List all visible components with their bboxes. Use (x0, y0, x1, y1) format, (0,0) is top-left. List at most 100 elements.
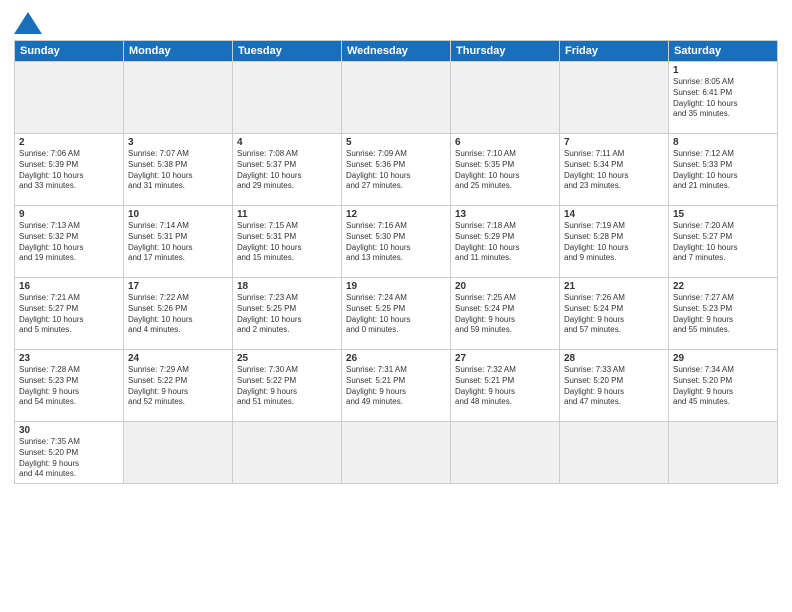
day-number: 20 (455, 281, 555, 292)
day-number: 29 (673, 353, 773, 364)
day-info: Sunrise: 7:21 AM Sunset: 5:27 PM Dayligh… (19, 293, 119, 336)
calendar-day-cell (560, 422, 669, 484)
calendar-page: SundayMondayTuesdayWednesdayThursdayFrid… (0, 0, 792, 612)
calendar-day-cell: 3Sunrise: 7:07 AM Sunset: 5:38 PM Daylig… (124, 134, 233, 206)
calendar-day-cell: 4Sunrise: 7:08 AM Sunset: 5:37 PM Daylig… (233, 134, 342, 206)
day-info: Sunrise: 7:30 AM Sunset: 5:22 PM Dayligh… (237, 365, 337, 408)
calendar-day-cell: 12Sunrise: 7:16 AM Sunset: 5:30 PM Dayli… (342, 206, 451, 278)
day-number: 16 (19, 281, 119, 292)
calendar-day-cell (233, 62, 342, 134)
logo (14, 10, 46, 34)
day-number: 2 (19, 137, 119, 148)
day-info: Sunrise: 7:09 AM Sunset: 5:36 PM Dayligh… (346, 149, 446, 192)
calendar-thead: SundayMondayTuesdayWednesdayThursdayFrid… (15, 41, 778, 62)
calendar-day-cell: 21Sunrise: 7:26 AM Sunset: 5:24 PM Dayli… (560, 278, 669, 350)
day-info: Sunrise: 7:26 AM Sunset: 5:24 PM Dayligh… (564, 293, 664, 336)
day-info: Sunrise: 7:08 AM Sunset: 5:37 PM Dayligh… (237, 149, 337, 192)
calendar-week-row: 16Sunrise: 7:21 AM Sunset: 5:27 PM Dayli… (15, 278, 778, 350)
day-number: 7 (564, 137, 664, 148)
calendar-week-row: 23Sunrise: 7:28 AM Sunset: 5:23 PM Dayli… (15, 350, 778, 422)
day-info: Sunrise: 7:23 AM Sunset: 5:25 PM Dayligh… (237, 293, 337, 336)
calendar-day-cell: 1Sunrise: 8:05 AM Sunset: 6:41 PM Daylig… (669, 62, 778, 134)
day-info: Sunrise: 7:07 AM Sunset: 5:38 PM Dayligh… (128, 149, 228, 192)
day-number: 11 (237, 209, 337, 220)
calendar-day-cell (124, 62, 233, 134)
day-info: Sunrise: 7:31 AM Sunset: 5:21 PM Dayligh… (346, 365, 446, 408)
calendar-day-cell: 10Sunrise: 7:14 AM Sunset: 5:31 PM Dayli… (124, 206, 233, 278)
day-info: Sunrise: 7:13 AM Sunset: 5:32 PM Dayligh… (19, 221, 119, 264)
calendar-day-cell: 25Sunrise: 7:30 AM Sunset: 5:22 PM Dayli… (233, 350, 342, 422)
calendar-day-cell: 9Sunrise: 7:13 AM Sunset: 5:32 PM Daylig… (15, 206, 124, 278)
day-info: Sunrise: 7:14 AM Sunset: 5:31 PM Dayligh… (128, 221, 228, 264)
weekday-header-sunday: Sunday (15, 41, 124, 62)
calendar-day-cell: 14Sunrise: 7:19 AM Sunset: 5:28 PM Dayli… (560, 206, 669, 278)
calendar-day-cell: 15Sunrise: 7:20 AM Sunset: 5:27 PM Dayli… (669, 206, 778, 278)
day-info: Sunrise: 7:16 AM Sunset: 5:30 PM Dayligh… (346, 221, 446, 264)
day-info: Sunrise: 7:24 AM Sunset: 5:25 PM Dayligh… (346, 293, 446, 336)
weekday-header-friday: Friday (560, 41, 669, 62)
weekday-header-thursday: Thursday (451, 41, 560, 62)
calendar-day-cell (124, 422, 233, 484)
calendar-day-cell (342, 422, 451, 484)
day-info: Sunrise: 7:35 AM Sunset: 5:20 PM Dayligh… (19, 437, 119, 480)
calendar-day-cell: 18Sunrise: 7:23 AM Sunset: 5:25 PM Dayli… (233, 278, 342, 350)
calendar-day-cell (15, 62, 124, 134)
calendar-day-cell: 11Sunrise: 7:15 AM Sunset: 5:31 PM Dayli… (233, 206, 342, 278)
calendar-day-cell (669, 422, 778, 484)
calendar-day-cell (233, 422, 342, 484)
calendar-table: SundayMondayTuesdayWednesdayThursdayFrid… (14, 40, 778, 484)
day-number: 25 (237, 353, 337, 364)
calendar-day-cell: 28Sunrise: 7:33 AM Sunset: 5:20 PM Dayli… (560, 350, 669, 422)
day-info: Sunrise: 7:34 AM Sunset: 5:20 PM Dayligh… (673, 365, 773, 408)
calendar-week-row: 1Sunrise: 8:05 AM Sunset: 6:41 PM Daylig… (15, 62, 778, 134)
calendar-day-cell: 8Sunrise: 7:12 AM Sunset: 5:33 PM Daylig… (669, 134, 778, 206)
calendar-day-cell: 23Sunrise: 7:28 AM Sunset: 5:23 PM Dayli… (15, 350, 124, 422)
day-number: 12 (346, 209, 446, 220)
calendar-day-cell (342, 62, 451, 134)
day-info: Sunrise: 7:33 AM Sunset: 5:20 PM Dayligh… (564, 365, 664, 408)
day-info: Sunrise: 7:22 AM Sunset: 5:26 PM Dayligh… (128, 293, 228, 336)
calendar-day-cell: 24Sunrise: 7:29 AM Sunset: 5:22 PM Dayli… (124, 350, 233, 422)
calendar-day-cell: 30Sunrise: 7:35 AM Sunset: 5:20 PM Dayli… (15, 422, 124, 484)
calendar-day-cell (451, 62, 560, 134)
day-info: Sunrise: 7:11 AM Sunset: 5:34 PM Dayligh… (564, 149, 664, 192)
calendar-day-cell: 6Sunrise: 7:10 AM Sunset: 5:35 PM Daylig… (451, 134, 560, 206)
calendar-day-cell: 26Sunrise: 7:31 AM Sunset: 5:21 PM Dayli… (342, 350, 451, 422)
day-info: Sunrise: 7:25 AM Sunset: 5:24 PM Dayligh… (455, 293, 555, 336)
day-number: 18 (237, 281, 337, 292)
day-info: Sunrise: 7:29 AM Sunset: 5:22 PM Dayligh… (128, 365, 228, 408)
weekday-header-tuesday: Tuesday (233, 41, 342, 62)
day-number: 26 (346, 353, 446, 364)
day-info: Sunrise: 7:06 AM Sunset: 5:39 PM Dayligh… (19, 149, 119, 192)
calendar-week-row: 2Sunrise: 7:06 AM Sunset: 5:39 PM Daylig… (15, 134, 778, 206)
calendar-header (14, 10, 778, 34)
day-info: Sunrise: 7:32 AM Sunset: 5:21 PM Dayligh… (455, 365, 555, 408)
day-info: Sunrise: 7:10 AM Sunset: 5:35 PM Dayligh… (455, 149, 555, 192)
day-number: 24 (128, 353, 228, 364)
calendar-day-cell: 20Sunrise: 7:25 AM Sunset: 5:24 PM Dayli… (451, 278, 560, 350)
calendar-day-cell: 5Sunrise: 7:09 AM Sunset: 5:36 PM Daylig… (342, 134, 451, 206)
day-number: 10 (128, 209, 228, 220)
day-info: Sunrise: 8:05 AM Sunset: 6:41 PM Dayligh… (673, 77, 773, 120)
calendar-day-cell: 29Sunrise: 7:34 AM Sunset: 5:20 PM Dayli… (669, 350, 778, 422)
weekday-header-wednesday: Wednesday (342, 41, 451, 62)
day-info: Sunrise: 7:20 AM Sunset: 5:27 PM Dayligh… (673, 221, 773, 264)
day-number: 14 (564, 209, 664, 220)
day-number: 13 (455, 209, 555, 220)
day-info: Sunrise: 7:28 AM Sunset: 5:23 PM Dayligh… (19, 365, 119, 408)
day-number: 5 (346, 137, 446, 148)
day-number: 6 (455, 137, 555, 148)
day-number: 19 (346, 281, 446, 292)
weekday-header-row: SundayMondayTuesdayWednesdayThursdayFrid… (15, 41, 778, 62)
calendar-day-cell: 16Sunrise: 7:21 AM Sunset: 5:27 PM Dayli… (15, 278, 124, 350)
day-info: Sunrise: 7:15 AM Sunset: 5:31 PM Dayligh… (237, 221, 337, 264)
calendar-day-cell: 17Sunrise: 7:22 AM Sunset: 5:26 PM Dayli… (124, 278, 233, 350)
calendar-day-cell: 22Sunrise: 7:27 AM Sunset: 5:23 PM Dayli… (669, 278, 778, 350)
calendar-day-cell: 13Sunrise: 7:18 AM Sunset: 5:29 PM Dayli… (451, 206, 560, 278)
calendar-day-cell (560, 62, 669, 134)
day-number: 3 (128, 137, 228, 148)
day-number: 1 (673, 65, 773, 76)
day-number: 4 (237, 137, 337, 148)
calendar-day-cell: 27Sunrise: 7:32 AM Sunset: 5:21 PM Dayli… (451, 350, 560, 422)
day-info: Sunrise: 7:19 AM Sunset: 5:28 PM Dayligh… (564, 221, 664, 264)
